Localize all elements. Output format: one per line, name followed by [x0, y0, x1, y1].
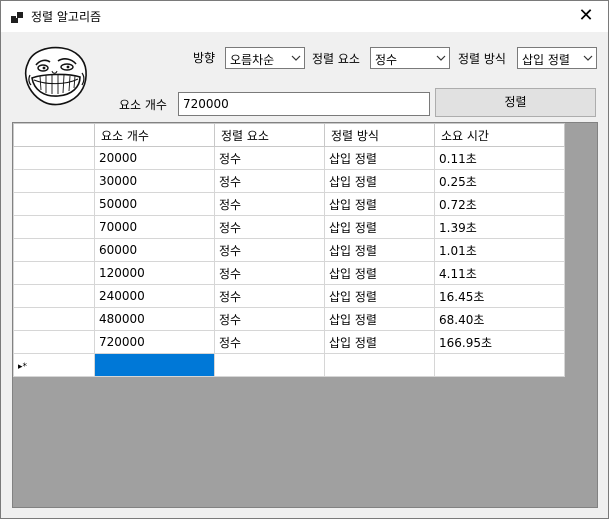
cell-element[interactable]: 정수 [214, 146, 325, 170]
count-input-field[interactable] [179, 93, 429, 115]
cell-time[interactable]: 0.72초 [434, 192, 565, 216]
cell-time[interactable]: 0.25초 [434, 169, 565, 193]
column-header[interactable]: 소요 시간 [434, 123, 565, 147]
close-icon: ✕ [578, 5, 594, 26]
row-header[interactable] [13, 146, 95, 170]
sort-button[interactable]: 정렬 [435, 88, 596, 117]
close-button[interactable]: ✕ [564, 1, 608, 32]
direction-label: 방향 [193, 51, 216, 65]
cell-time[interactable]: 166.95초 [434, 330, 565, 354]
table-row[interactable]: 50000 정수 삽입 정렬 0.72초 [13, 192, 565, 216]
cell-method[interactable]: 삽입 정렬 [324, 307, 435, 331]
window-title: 정렬 알고리즘 [31, 10, 102, 24]
column-header[interactable]: 정렬 요소 [214, 123, 325, 147]
new-row-indicator-icon: ▸* [18, 362, 28, 372]
cell-count[interactable]: 50000 [94, 192, 215, 216]
new-row-header[interactable]: ▸* [13, 353, 95, 377]
row-header[interactable] [13, 330, 95, 354]
new-row-cell[interactable] [324, 353, 435, 377]
row-header[interactable] [13, 169, 95, 193]
cell-method[interactable]: 삽입 정렬 [324, 169, 435, 193]
cell-element[interactable]: 정수 [214, 169, 325, 193]
cell-element[interactable]: 정수 [214, 307, 325, 331]
column-header[interactable]: 요소 개수 [94, 123, 215, 147]
cell-count[interactable]: 60000 [94, 238, 215, 262]
title-bar[interactable]: 정렬 알고리즘 ✕ [1, 1, 608, 32]
row-header[interactable] [13, 284, 95, 308]
selected-cell[interactable] [94, 353, 215, 377]
cell-count[interactable]: 720000 [94, 330, 215, 354]
cell-element[interactable]: 정수 [214, 215, 325, 239]
chevron-down-icon [583, 55, 593, 61]
app-window: 정렬 알고리즘 ✕ 방향 오름차순 정렬 요소 정수 정렬 방식 삽입 정렬 요… [0, 0, 609, 519]
cell-method[interactable]: 삽입 정렬 [324, 146, 435, 170]
cell-time[interactable]: 1.39초 [434, 215, 565, 239]
table-row[interactable]: 240000 정수 삽입 정렬 16.45초 [13, 284, 565, 308]
cell-method[interactable]: 삽입 정렬 [324, 261, 435, 285]
cell-method[interactable]: 삽입 정렬 [324, 215, 435, 239]
trollface-icon [24, 46, 87, 106]
cell-element[interactable]: 정수 [214, 330, 325, 354]
cell-element[interactable]: 정수 [214, 192, 325, 216]
row-header[interactable] [13, 261, 95, 285]
new-row[interactable]: ▸* [13, 353, 565, 377]
method-select-value: 삽입 정렬 [522, 53, 570, 67]
row-header[interactable] [13, 215, 95, 239]
cell-element[interactable]: 정수 [214, 261, 325, 285]
cell-time[interactable]: 0.11초 [434, 146, 565, 170]
row-header[interactable] [13, 307, 95, 331]
cell-method[interactable]: 삽입 정렬 [324, 284, 435, 308]
cell-count[interactable]: 480000 [94, 307, 215, 331]
cell-time[interactable]: 16.45초 [434, 284, 565, 308]
app-windows-icon [11, 11, 23, 23]
table-row[interactable]: 120000 정수 삽입 정렬 4.11초 [13, 261, 565, 285]
chevron-down-icon [436, 55, 446, 61]
table-row[interactable]: 60000 정수 삽입 정렬 1.01초 [13, 238, 565, 262]
cell-method[interactable]: 삽입 정렬 [324, 192, 435, 216]
cell-count[interactable]: 120000 [94, 261, 215, 285]
count-label: 요소 개수 [119, 98, 167, 112]
new-row-cell[interactable] [434, 353, 565, 377]
cell-time[interactable]: 68.40초 [434, 307, 565, 331]
direction-select-value: 오름차순 [230, 53, 275, 67]
header-row: 요소 개수 정렬 요소 정렬 방식 소요 시간 [13, 123, 565, 147]
table-row[interactable]: 20000 정수 삽입 정렬 0.11초 [13, 146, 565, 170]
row-header[interactable] [13, 192, 95, 216]
column-header[interactable]: 정렬 방식 [324, 123, 435, 147]
results-table: 요소 개수 정렬 요소 정렬 방식 소요 시간 20000 정수 삽입 정렬 0… [13, 123, 565, 377]
count-input[interactable] [178, 92, 430, 116]
table-row[interactable]: 480000 정수 삽입 정렬 68.40초 [13, 307, 565, 331]
cell-method[interactable]: 삽입 정렬 [324, 330, 435, 354]
new-row-cell[interactable] [214, 353, 325, 377]
table-row[interactable]: 720000 정수 삽입 정렬 166.95초 [13, 330, 565, 354]
cell-element[interactable]: 정수 [214, 238, 325, 262]
method-select[interactable]: 삽입 정렬 [517, 47, 597, 69]
cell-count[interactable]: 70000 [94, 215, 215, 239]
results-grid[interactable]: 요소 개수 정렬 요소 정렬 방식 소요 시간 20000 정수 삽입 정렬 0… [12, 122, 598, 508]
row-header-corner[interactable] [13, 123, 95, 147]
cell-method[interactable]: 삽입 정렬 [324, 238, 435, 262]
element-select[interactable]: 정수 [370, 47, 450, 69]
chevron-down-icon [291, 55, 301, 61]
direction-select[interactable]: 오름차순 [225, 47, 305, 69]
table-row[interactable]: 30000 정수 삽입 정렬 0.25초 [13, 169, 565, 193]
cell-count[interactable]: 240000 [94, 284, 215, 308]
cell-count[interactable]: 20000 [94, 146, 215, 170]
method-label: 정렬 방식 [458, 52, 506, 66]
row-header[interactable] [13, 238, 95, 262]
cell-time[interactable]: 4.11초 [434, 261, 565, 285]
cell-count[interactable]: 30000 [94, 169, 215, 193]
element-label: 정렬 요소 [312, 52, 360, 66]
cell-time[interactable]: 1.01초 [434, 238, 565, 262]
cell-element[interactable]: 정수 [214, 284, 325, 308]
table-row[interactable]: 70000 정수 삽입 정렬 1.39초 [13, 215, 565, 239]
element-select-value: 정수 [375, 53, 398, 67]
